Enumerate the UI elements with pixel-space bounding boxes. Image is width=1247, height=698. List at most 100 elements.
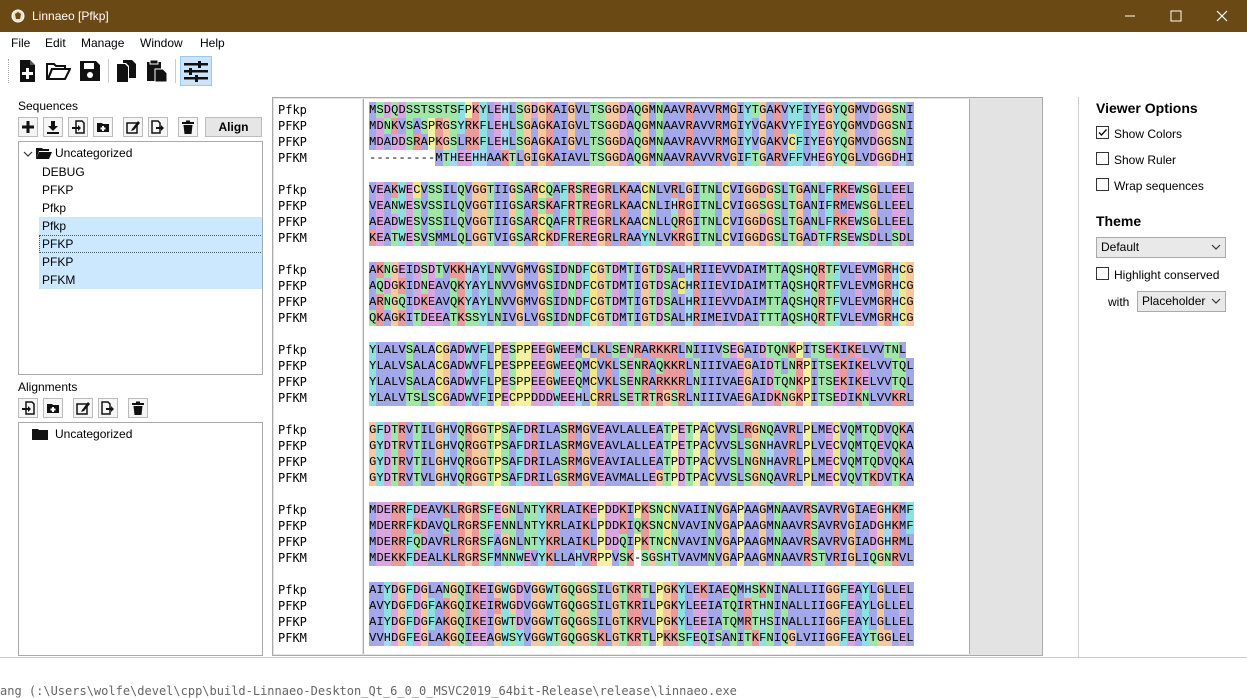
tree-item-pfkp-selected[interactable]: Pfkp bbox=[39, 217, 262, 235]
maximize-button[interactable] bbox=[1153, 0, 1199, 32]
sequence-row[interactable]: AVYDGFDGFAKGQIKEIRWGDVGGWTGQGGSILGTKRILP… bbox=[369, 598, 914, 614]
highlight-method-dropdown[interactable]: Placeholder bbox=[1137, 291, 1226, 312]
add-sequence-button[interactable] bbox=[18, 117, 38, 137]
new-alignment-folder-button[interactable] bbox=[43, 398, 63, 418]
sequence-name: Pfkp bbox=[278, 583, 307, 597]
edit-sequence-button[interactable] bbox=[123, 117, 143, 137]
sequence-row[interactable]: AQDGKIDNEAVQKYAYLNVVGMVGSIDNDFCGTDMTIGTD… bbox=[369, 278, 914, 294]
toolbar-grip[interactable] bbox=[8, 59, 12, 83]
tree-item-pfkp[interactable]: PFKP bbox=[39, 181, 262, 199]
save-icon bbox=[80, 61, 100, 81]
sequence-row[interactable]: AKNGEIDSDTVKKHAYLNVVGMVGSIDNDFCGTDMTIGTD… bbox=[369, 262, 914, 278]
sequence-row[interactable]: MSDQDSSTSSTSFPKYLEHLSGDGKAIGVLTSGGDAQGMN… bbox=[369, 102, 914, 118]
sequence-row[interactable]: GFDTRVTILGHVQRGGTPSAFDRILASRMGVEAVLALLEA… bbox=[369, 422, 914, 438]
new-folder-button[interactable] bbox=[93, 117, 113, 137]
tree-item-pfkm-selected[interactable]: PFKM bbox=[39, 271, 262, 289]
menu-window[interactable]: Window bbox=[140, 36, 183, 50]
sequence-row[interactable]: ARNGQIDKEAVQKYAYLNVVGMVGSIDNDFCGTDMTIGTD… bbox=[369, 294, 914, 310]
tree-folder-uncategorized[interactable]: Uncategorized bbox=[31, 425, 261, 443]
sequence-name: PFKP bbox=[278, 119, 307, 133]
alignments-tree[interactable]: Uncategorized bbox=[18, 422, 263, 656]
sequence-alignment-area[interactable]: MSDQDSSTSSTSFPKYLEHLSGDGKAIGVLTSGGDAQGMN… bbox=[363, 99, 970, 654]
chevron-down-icon[interactable] bbox=[23, 149, 33, 159]
sequence-row[interactable]: ---------MTHEEHHAAKTLGIGKAIAVLTSGGDAQGMN… bbox=[369, 150, 914, 166]
theme-title: Theme bbox=[1096, 213, 1142, 229]
sequence-row[interactable]: VEANWESVSSILQVGGTIIGSARSKAFRTREGRLKAACNL… bbox=[369, 198, 914, 214]
sequence-row[interactable]: MDERRFDEAVKLRGRSFEGNLNTYKRLAIKEPDDKIPKSN… bbox=[369, 502, 914, 518]
edit-alignment-button[interactable] bbox=[73, 398, 93, 418]
save-button[interactable] bbox=[76, 56, 104, 86]
sequence-row[interactable]: YLALVSALACGADWVFLPESPPEEGWEEMCLKLSENRARK… bbox=[369, 342, 907, 358]
sequences-toolbar: Align bbox=[18, 117, 262, 139]
tree-item-pfkp[interactable]: Pfkp bbox=[39, 199, 262, 217]
menu-edit[interactable]: Edit bbox=[45, 36, 66, 50]
sequence-label: PFKP bbox=[42, 255, 74, 269]
menu-help[interactable]: Help bbox=[200, 36, 225, 50]
new-file-button[interactable] bbox=[14, 56, 42, 86]
download-icon bbox=[47, 121, 59, 134]
download-sequence-button[interactable] bbox=[43, 117, 63, 137]
theme-dropdown[interactable]: Default bbox=[1096, 237, 1226, 258]
sequence-row[interactable]: YLALVTSLSCGADWVFIPECPPDDDWEEHLCRRLSETRTR… bbox=[369, 390, 914, 406]
delete-sequence-button[interactable] bbox=[178, 117, 198, 137]
minimize-icon bbox=[1125, 15, 1135, 17]
show-colors-checkbox[interactable] bbox=[1096, 126, 1109, 139]
sequence-row[interactable]: AIYDGFDGFAKGQIKEIGWTDVGGWTGQGGSILGTKRVLP… bbox=[369, 614, 914, 630]
new-folder-icon bbox=[47, 404, 59, 413]
options-sliders-icon bbox=[184, 61, 208, 82]
import-alignment-button[interactable] bbox=[18, 398, 38, 418]
sequence-row[interactable]: MDERRFKDAVQLRGRSFENNLNTYKRLAIKLPDDKIQKSN… bbox=[369, 518, 914, 534]
sequence-row[interactable]: KEATWESVSMMLQLGGTVIGSARCKDFREREGRLRAAYNL… bbox=[369, 230, 914, 246]
show-colors-label: Show Colors bbox=[1114, 127, 1183, 141]
menu-file[interactable]: File bbox=[11, 36, 30, 50]
sequence-row[interactable]: YLALVSALACGADWVFLPESPPEEGWEEQMCVKLSENRAQ… bbox=[369, 358, 914, 374]
chevron-down-icon bbox=[1211, 298, 1221, 304]
sequence-row[interactable]: MDNKVSASPRGSYRKFLEHLSGAGKAIGVLTSGGDAQGMN… bbox=[369, 118, 914, 134]
close-button[interactable] bbox=[1199, 0, 1245, 32]
edit-icon bbox=[126, 121, 140, 134]
export-alignment-button[interactable] bbox=[98, 398, 118, 418]
show-ruler-checkbox[interactable] bbox=[1096, 152, 1109, 165]
sequence-row[interactable]: MDEKKFDEALKLRGRSFMNNWEVYKLLAHVRPPVSK-SGS… bbox=[369, 550, 914, 566]
menu-manage[interactable]: Manage bbox=[81, 36, 124, 50]
sequences-label: Sequences bbox=[18, 99, 79, 113]
sequence-name: PFKM bbox=[278, 551, 307, 565]
sequence-name: PFKM bbox=[278, 231, 307, 245]
sequence-row[interactable]: AEADWESVSSILQVGGTIIGSARCQAFRTREGRLKAACNL… bbox=[369, 214, 914, 230]
highlight-conserved-label: Highlight conserved bbox=[1114, 268, 1220, 282]
delete-alignment-button[interactable] bbox=[128, 398, 148, 418]
folder-label: Uncategorized bbox=[55, 146, 133, 160]
export-sequence-button[interactable] bbox=[148, 117, 168, 137]
sequence-row[interactable]: VVHDGFEGLAKGQIEEAGWSYVGGWTGQGGSKLGTKRTLP… bbox=[369, 630, 914, 646]
tree-folder-uncategorized[interactable]: Uncategorized bbox=[23, 144, 262, 162]
tree-item-pfkp-selected[interactable]: PFKP bbox=[39, 235, 262, 253]
sequence-row[interactable]: MDADDSRAPKGSLRKFLEHLSGAGKAIGVLTSGGDAQGMN… bbox=[369, 134, 914, 150]
new-file-icon bbox=[20, 60, 35, 82]
wrap-sequences-checkbox[interactable] bbox=[1096, 178, 1109, 191]
paste-icon bbox=[147, 59, 168, 83]
sequence-row[interactable]: YLALVSALACGADWVFLPESPPEEGWEEQMCVKLSENRAR… bbox=[369, 374, 914, 390]
sequence-row[interactable]: GYDTRVTILGHVQRGGTPSAFDRILASRMGVEAVIALLEA… bbox=[369, 454, 914, 470]
tree-item-pfkp-selected[interactable]: PFKP bbox=[39, 253, 262, 271]
sequence-row[interactable]: GYDTRVTILGHVQRGGTPSAFDRILASRMGVEAVLALLEA… bbox=[369, 438, 914, 454]
paste-button[interactable] bbox=[143, 56, 171, 86]
sequence-row[interactable]: GYDTRVTVLGHVQRGGTPSAFDRILGSRMGVEAVMALLEG… bbox=[369, 470, 914, 486]
sequence-name: PFKP bbox=[278, 279, 307, 293]
sequences-tree[interactable]: Uncategorized DEBUG PFKP Pfkp Pfkp PFKP … bbox=[18, 141, 263, 375]
sequence-row[interactable]: VEAKWECVSSILQVGGTIIGSARCQAFRSREGRLKAACNL… bbox=[369, 182, 914, 198]
minimize-button[interactable] bbox=[1107, 0, 1153, 32]
tree-item-debug[interactable]: DEBUG bbox=[39, 163, 262, 181]
sequence-label: DEBUG bbox=[42, 165, 85, 179]
align-button[interactable]: Align bbox=[205, 117, 262, 137]
sequence-row[interactable]: QKAGKITDEEATKSSYLNIVGLVGSIDNDFCGTDMTIGTD… bbox=[369, 310, 914, 326]
import-file-icon bbox=[22, 401, 35, 415]
highlight-conserved-checkbox[interactable] bbox=[1096, 267, 1109, 280]
viewer-options-button[interactable] bbox=[180, 56, 212, 86]
sequence-row[interactable]: MDERRFQDAVRLRGRSFAGNLNTYKRLAIKLPDDQIPKTN… bbox=[369, 534, 914, 550]
sequence-label: PFKP bbox=[42, 183, 74, 197]
copy-button[interactable] bbox=[113, 56, 141, 86]
sequence-row[interactable]: AIYDGFDGLANGQIKEIGWGDVGGWTGQGGSILGTKRTLP… bbox=[369, 582, 914, 598]
import-sequence-button[interactable] bbox=[68, 117, 88, 137]
open-folder-button[interactable] bbox=[44, 56, 72, 86]
show-ruler-label: Show Ruler bbox=[1114, 153, 1177, 167]
